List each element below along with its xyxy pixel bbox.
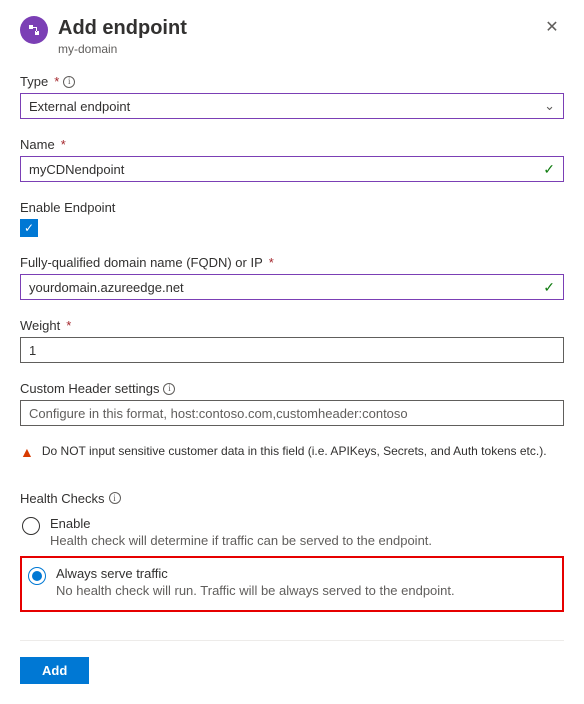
enable-endpoint-label: Enable Endpoint (20, 200, 115, 215)
check-icon: ✓ (543, 161, 555, 178)
warning-icon: ▲ (20, 444, 34, 461)
health-always-radio[interactable] (28, 567, 46, 585)
required-marker: * (269, 255, 274, 270)
fqdn-input[interactable]: ✓ (20, 274, 564, 300)
name-input-field[interactable] (29, 162, 537, 177)
health-enable-radio[interactable] (22, 517, 40, 535)
name-label: Name (20, 137, 55, 152)
health-always-label: Always serve traffic (56, 566, 455, 581)
health-enable-desc: Health check will determine if traffic c… (50, 533, 432, 548)
close-icon[interactable]: ✕ (540, 16, 564, 40)
type-label: Type (20, 74, 48, 89)
weight-label: Weight (20, 318, 60, 333)
fqdn-input-field[interactable] (29, 280, 537, 295)
name-input[interactable]: ✓ (20, 156, 564, 182)
highlight-box: Always serve traffic No health check wil… (20, 556, 564, 612)
add-button[interactable]: Add (20, 657, 89, 684)
required-marker: * (61, 137, 66, 152)
chevron-down-icon: ⌄ (544, 98, 555, 114)
required-marker: * (66, 318, 71, 333)
type-select-value: External endpoint (29, 99, 130, 114)
info-icon[interactable]: i (109, 492, 121, 504)
info-icon[interactable]: i (163, 383, 175, 395)
endpoint-icon (20, 16, 48, 44)
required-marker: * (54, 74, 59, 89)
health-always-desc: No health check will run. Traffic will b… (56, 583, 455, 598)
type-select[interactable]: External endpoint ⌄ (20, 93, 564, 119)
custom-header-label: Custom Header settings (20, 381, 159, 396)
health-checks-label: Health Checks (20, 491, 105, 506)
page-subtitle: my-domain (58, 42, 540, 56)
fqdn-label: Fully-qualified domain name (FQDN) or IP (20, 255, 263, 270)
warning-text: Do NOT input sensitive customer data in … (42, 444, 547, 458)
weight-input[interactable] (20, 337, 564, 363)
info-icon[interactable]: i (63, 76, 75, 88)
check-icon: ✓ (543, 279, 555, 296)
weight-input-field[interactable] (29, 343, 555, 358)
custom-header-input[interactable] (20, 400, 564, 426)
page-title: Add endpoint (58, 16, 540, 40)
custom-header-input-field[interactable] (29, 406, 555, 421)
health-enable-label: Enable (50, 516, 432, 531)
enable-endpoint-checkbox[interactable]: ✓ (20, 219, 38, 237)
